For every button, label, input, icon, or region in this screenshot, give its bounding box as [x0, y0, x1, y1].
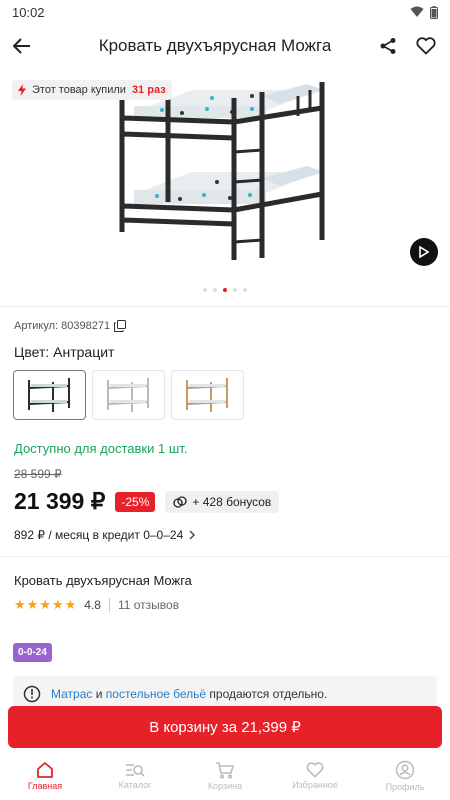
product-gallery[interactable]: Этот товар купили 31 раз: [0, 72, 450, 300]
mattress-link[interactable]: Матрас: [51, 687, 92, 701]
nav-favorites-label: Избранное: [292, 780, 338, 790]
bought-badge: Этот товар купили 31 раз: [12, 80, 172, 100]
color-options: [13, 370, 244, 420]
home-icon: [37, 762, 53, 778]
color-option-white[interactable]: [92, 370, 165, 420]
back-button[interactable]: [0, 24, 44, 68]
nav-profile-label: Профиль: [385, 782, 425, 792]
nav-home[interactable]: Главная: [0, 752, 90, 800]
share-icon: [380, 38, 396, 54]
catalog-icon: [126, 764, 145, 777]
divider: [0, 556, 450, 557]
nav-profile[interactable]: Профиль: [360, 752, 450, 800]
product-name: Кровать двухъярусная Можга: [14, 573, 192, 588]
add-to-cart-button[interactable]: В корзину за 21,399 ₽: [8, 706, 442, 748]
gallery-dots: [0, 288, 450, 292]
nav-cart-label: Корзина: [207, 781, 243, 791]
chevron-right-icon: [189, 530, 196, 540]
nav-catalog[interactable]: Каталог: [90, 752, 180, 800]
star-icon: ★: [51, 597, 64, 612]
page-title: Кровать двухъярусная Можга: [98, 36, 332, 55]
app-bar: Кровать двухъярусная Можга: [0, 24, 450, 68]
bed-thumbnail-dark: [27, 378, 70, 412]
article-row[interactable]: Артикул: 80398271: [14, 320, 127, 332]
star-icon: ★: [26, 597, 39, 612]
bought-text: Этот товар купили: [32, 84, 126, 96]
bonus-text: + 428 бонусов: [192, 494, 272, 509]
info-icon: [23, 685, 41, 703]
battery-icon: [430, 5, 438, 19]
nav-catalog-label: Каталог: [118, 780, 152, 790]
share-button[interactable]: [372, 30, 404, 62]
wifi-icon: [410, 6, 424, 17]
article-number: Артикул: 80398271: [14, 320, 111, 332]
bottom-navigation: Главная Каталог Корзина Избранное Профил…: [0, 752, 450, 800]
notice-and: и: [92, 687, 106, 701]
rating-stars: ★ ★ ★ ★ ★: [14, 597, 76, 613]
bed-thumbnail-natural: [185, 378, 228, 412]
nav-favorites[interactable]: Избранное: [270, 752, 360, 800]
lightning-icon: [18, 84, 26, 96]
star-icon: ★: [64, 597, 77, 612]
discount-badge: -25%: [115, 491, 156, 512]
notice-text: Матрас и постельное бельё продаются отде…: [51, 687, 327, 701]
price-row: 21 399 ₽ -25% + 428 бонусов: [14, 488, 280, 515]
back-arrow-icon: [13, 38, 30, 54]
favorite-button[interactable]: [410, 30, 442, 62]
heart-icon: [416, 37, 436, 55]
color-label: Цвет: Антрацит: [14, 344, 115, 360]
play-icon: [419, 246, 429, 258]
product-image: [119, 82, 325, 260]
divider: [0, 306, 450, 307]
old-price: 28 599 ₽: [14, 467, 62, 481]
rating-row[interactable]: ★ ★ ★ ★ ★ 4.8 11 отзывов: [14, 597, 179, 613]
copy-icon[interactable]: [114, 320, 127, 332]
bonus-coin-icon: [173, 495, 188, 508]
credit-text: 892 ₽ / месяц в кредит 0–0–24: [14, 528, 184, 542]
credit-link[interactable]: 892 ₽ / месяц в кредит 0–0–24: [14, 528, 196, 542]
availability-text: Доступно для доставки 1 шт.: [14, 441, 188, 456]
heart-icon: [306, 762, 324, 778]
installment-tag: 0-0-24: [13, 643, 52, 662]
status-bar: 10:02: [0, 0, 450, 24]
color-option-natural[interactable]: [171, 370, 244, 420]
reviews-link[interactable]: 11 отзывов: [118, 598, 179, 612]
nav-cart[interactable]: Корзина: [180, 752, 270, 800]
separator: [108, 598, 110, 612]
bonus-badge[interactable]: + 428 бонусов: [165, 490, 280, 513]
rating-value: 4.8: [84, 598, 101, 612]
gallery-dot[interactable]: [243, 288, 247, 292]
cart-icon: [216, 762, 235, 779]
gallery-dot[interactable]: [203, 288, 207, 292]
gallery-dot[interactable]: [223, 288, 227, 292]
play-video-button[interactable]: [410, 238, 438, 266]
current-price: 21 399 ₽: [14, 488, 106, 514]
status-icons: [410, 5, 438, 19]
gallery-dot[interactable]: [233, 288, 237, 292]
notice-rest: продаются отдельно.: [206, 687, 328, 701]
gallery-dot[interactable]: [213, 288, 217, 292]
bedding-link[interactable]: постельное бельё: [106, 687, 206, 701]
nav-home-label: Главная: [27, 781, 63, 791]
star-icon: ★: [39, 597, 51, 612]
status-time: 10:02: [12, 4, 45, 20]
bed-thumbnail-white: [106, 378, 149, 412]
profile-icon: [395, 760, 415, 780]
color-option-anthracite[interactable]: [13, 370, 86, 420]
bought-count: 31 раз: [131, 84, 166, 96]
star-icon: ★: [14, 597, 26, 612]
